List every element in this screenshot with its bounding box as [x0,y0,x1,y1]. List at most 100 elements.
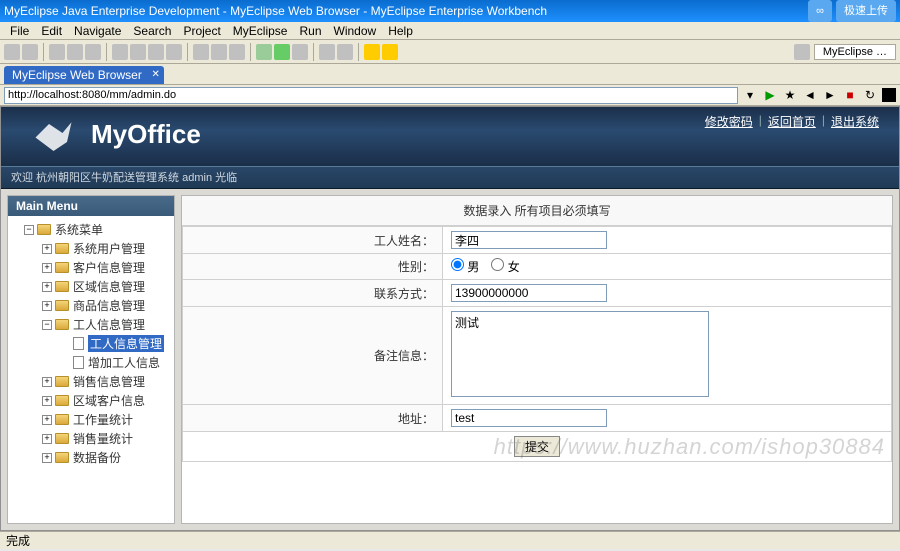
tree-node[interactable]: +客户信息管理 [10,258,172,277]
tool-icon[interactable] [166,44,182,60]
go-icon[interactable]: ▶ [762,87,778,103]
menu-search[interactable]: Search [127,24,177,38]
menu-file[interactable]: File [4,24,35,38]
tool-icon[interactable] [148,44,164,60]
menu-run[interactable]: Run [293,24,327,38]
toolbar: MyEclipse … [0,40,900,64]
content-panel: 数据录入 所有项目必须填写 工人姓名： 性别： 男 女 联 [181,195,893,524]
folder-icon [55,262,69,273]
expand-icon[interactable]: + [42,434,52,444]
expand-icon[interactable]: + [42,396,52,406]
folder-icon [55,281,69,292]
menu-project[interactable]: Project [177,24,226,38]
back-nav-icon[interactable]: ◄ [802,87,818,103]
tool-icon[interactable] [49,44,65,60]
stop-icon[interactable] [882,88,896,102]
statusbar: 完成 [0,531,900,549]
upload-button[interactable]: 极速上传 [836,0,896,22]
folder-icon [55,452,69,463]
save-icon[interactable] [22,44,38,60]
folder-icon [37,224,51,235]
gender-female-option[interactable]: 女 [491,258,519,275]
window-titlebar: MyEclipse Java Enterprise Development - … [0,0,900,22]
menu-window[interactable]: Window [328,24,383,38]
close-icon[interactable]: ✕ [151,69,159,80]
expand-icon[interactable]: + [42,301,52,311]
browser-tab[interactable]: MyEclipse Web Browser ✕ [4,66,164,84]
addr-input[interactable] [451,409,607,427]
name-input[interactable] [451,231,607,249]
menu-edit[interactable]: Edit [35,24,68,38]
gender-male-radio[interactable] [451,258,464,271]
menu-help[interactable]: Help [382,24,419,38]
form-title: 数据录入 所有项目必须填写 [182,196,892,226]
expand-icon[interactable]: + [42,453,52,463]
tree-node[interactable]: +区域信息管理 [10,277,172,296]
tool-icon[interactable] [319,44,335,60]
tool-icon[interactable] [292,44,308,60]
tree-node[interactable]: +商品信息管理 [10,296,172,315]
tree-node[interactable]: 工人信息管理 [10,334,172,353]
stop-nav-icon[interactable]: ■ [842,87,858,103]
tool-icon[interactable] [112,44,128,60]
expand-icon[interactable]: + [42,263,52,273]
tree-node[interactable]: +销售量统计 [10,429,172,448]
tree-node[interactable]: 增加工人信息 [10,353,172,372]
expand-icon[interactable]: + [42,244,52,254]
perspective-icon[interactable] [794,44,810,60]
link-change-password[interactable]: 修改密码 [705,113,753,130]
browser-tab-label: MyEclipse Web Browser [12,68,142,82]
favorites-icon[interactable]: ★ [782,87,798,103]
expand-icon[interactable]: + [42,415,52,425]
tree-node[interactable]: +区域客户信息 [10,391,172,410]
logo-icon [31,115,76,160]
collapse-icon[interactable]: − [42,320,52,330]
perspective-myeclipse[interactable]: MyEclipse … [814,44,896,60]
tool-icon[interactable] [193,44,209,60]
tree: − 系统菜单 +系统用户管理+客户信息管理+区域信息管理+商品信息管理−工人信息… [8,216,174,523]
tree-node[interactable]: +销售信息管理 [10,372,172,391]
expand-icon[interactable]: + [42,377,52,387]
tree-node[interactable]: +工作量统计 [10,410,172,429]
tool-icon[interactable] [85,44,101,60]
tree-root[interactable]: − 系统菜单 [10,220,172,239]
folder-icon [55,319,69,330]
new-icon[interactable] [4,44,20,60]
link-logout[interactable]: 退出系统 [831,113,879,130]
link-home[interactable]: 返回首页 [768,113,816,130]
header-links: 修改密码 | 返回首页 | 退出系统 [705,113,879,130]
submit-button[interactable]: 提交 [514,436,560,457]
expand-icon[interactable]: + [42,282,52,292]
forward-nav-icon[interactable]: ► [822,87,838,103]
tool-icon[interactable] [211,44,227,60]
gender-male-option[interactable]: 男 [451,258,479,275]
tree-node[interactable]: +数据备份 [10,448,172,467]
tool-icon[interactable] [229,44,245,60]
dropdown-icon[interactable]: ▾ [742,87,758,103]
browser-viewport: MyOffice 修改密码 | 返回首页 | 退出系统 欢迎 杭州朝阳区牛奶配送… [0,106,900,531]
remark-textarea[interactable] [451,311,709,397]
window-title: MyEclipse Java Enterprise Development - … [4,0,547,22]
tree-node[interactable]: −工人信息管理 [10,315,172,334]
back-icon[interactable] [364,44,380,60]
forward-icon[interactable] [382,44,398,60]
menu-myeclipse[interactable]: MyEclipse [227,24,294,38]
tool-icon[interactable] [130,44,146,60]
status-text: 完成 [6,534,30,548]
sidebar: Main Menu − 系统菜单 +系统用户管理+客户信息管理+区域信息管理+商… [7,195,175,524]
share-icon[interactable]: ∞ [808,0,832,22]
tree-node[interactable]: +系统用户管理 [10,239,172,258]
folder-icon [55,414,69,425]
tool-icon[interactable] [67,44,83,60]
tool-icon[interactable] [337,44,353,60]
form-table: 工人姓名： 性别： 男 女 联系方式： [182,226,892,462]
url-input[interactable] [4,87,738,104]
run-icon[interactable] [274,44,290,60]
collapse-icon[interactable]: − [24,225,34,235]
menu-navigate[interactable]: Navigate [68,24,127,38]
gender-label: 性别： [183,254,443,280]
gender-female-radio[interactable] [491,258,504,271]
phone-input[interactable] [451,284,607,302]
debug-icon[interactable] [256,44,272,60]
refresh-icon[interactable]: ↻ [862,87,878,103]
